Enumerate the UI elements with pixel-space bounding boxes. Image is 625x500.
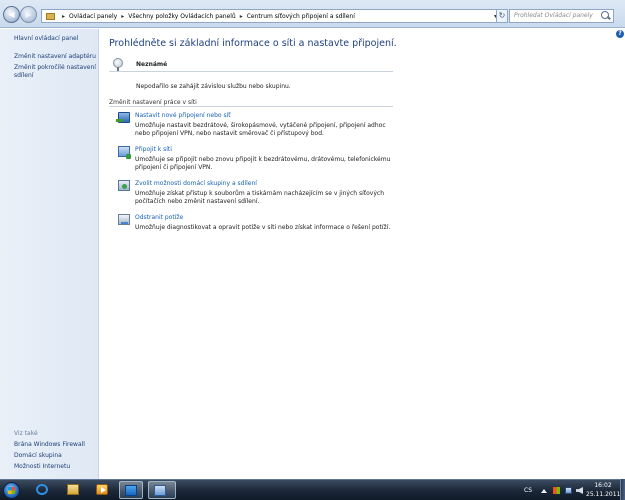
show-hidden-icons-icon[interactable] bbox=[541, 489, 547, 493]
breadcrumb-item-network-center[interactable]: Centrum síťových připojení a sdílení bbox=[247, 13, 355, 20]
breadcrumb-item-all-items[interactable]: Všechny položky Ovládacích panelů bbox=[128, 13, 236, 20]
clock-date[interactable]: 25.11.2011 bbox=[586, 491, 620, 498]
media-player-icon bbox=[96, 484, 108, 495]
task-link-troubleshoot[interactable]: Odstranit potíže bbox=[135, 214, 183, 221]
chevron-right-icon: ▸ bbox=[62, 12, 66, 20]
page-title: Prohlédněte si základní informace o síti… bbox=[109, 38, 397, 49]
back-button[interactable]: ◀ bbox=[3, 6, 20, 23]
refresh-button[interactable]: ↻ bbox=[496, 9, 508, 23]
see-also-heading: Viz také bbox=[14, 430, 38, 437]
connect-network-icon bbox=[118, 146, 131, 159]
sidebar-link-control-panel-home[interactable]: Hlavní ovládací panel bbox=[14, 35, 96, 43]
address-bar: ◀ ▶ ▸ Ovládací panely ▸ Všechny položky … bbox=[0, 0, 625, 28]
service-error-text: Nepodařilo se zahájit závislou službu ne… bbox=[136, 83, 291, 90]
task-desc-homegroup: Umožňuje získat přístup k souborům a tis… bbox=[135, 190, 385, 205]
tray-network-icon[interactable] bbox=[565, 487, 572, 494]
forward-button[interactable]: ▶ bbox=[20, 6, 37, 23]
breadcrumb-item-control-panel[interactable]: Ovládací panely bbox=[69, 13, 117, 20]
sidebar-link-adapter-settings[interactable]: Změnit nastavení adaptéru bbox=[14, 53, 96, 61]
folder-icon bbox=[67, 484, 79, 495]
network-icon bbox=[154, 485, 166, 496]
task-homegroup: Zvolit možnosti domácí skupiny a sdílení… bbox=[118, 180, 398, 206]
chevron-right-icon: ▸ bbox=[239, 12, 243, 20]
language-indicator[interactable]: CS bbox=[524, 487, 532, 494]
task-new-connection: Nastavit nové připojení nebo síť Umožňuj… bbox=[116, 112, 398, 138]
task-connect: Připojit k síti Umožňuje se připojit neb… bbox=[118, 146, 398, 172]
task-desc-new-connection: Umožňuje nastavit bezdrátové, širokopásm… bbox=[135, 122, 386, 137]
taskbar-ie-button[interactable] bbox=[31, 481, 55, 499]
network-globe-icon bbox=[113, 58, 123, 71]
task-link-connect[interactable]: Připojit k síti bbox=[135, 146, 172, 153]
main-content bbox=[100, 29, 625, 479]
homegroup-icon bbox=[118, 180, 130, 191]
help-icon[interactable]: ? bbox=[616, 30, 624, 38]
task-link-homegroup[interactable]: Zvolit možnosti domácí skupiny a sdílení bbox=[135, 180, 257, 187]
sidebar-link-firewall[interactable]: Brána Windows Firewall bbox=[14, 441, 96, 449]
taskbar-network-center-button[interactable] bbox=[148, 481, 176, 499]
network-name: Neznámé bbox=[136, 61, 168, 68]
sidebar bbox=[0, 29, 99, 479]
search-icon[interactable] bbox=[601, 11, 609, 19]
taskbar-explorer-button[interactable] bbox=[62, 481, 86, 499]
section-heading: Změnit nastavení práce v síti bbox=[109, 99, 197, 106]
search-input[interactable]: Prohledat Ovládací panely bbox=[509, 9, 614, 23]
task-desc-connect: Umožňuje se připojit nebo znovu připojit… bbox=[135, 156, 391, 171]
new-connection-icon bbox=[116, 112, 130, 123]
show-desktop-button[interactable] bbox=[620, 479, 625, 500]
divider bbox=[109, 106, 393, 107]
control-panel-icon bbox=[46, 12, 55, 20]
start-button[interactable] bbox=[3, 482, 20, 499]
chevron-right-icon: ▸ bbox=[121, 12, 125, 20]
sidebar-link-internet-options[interactable]: Možnosti Internetu bbox=[14, 463, 96, 471]
divider bbox=[109, 71, 393, 72]
internet-explorer-icon bbox=[36, 484, 48, 495]
sidebar-link-advanced-sharing[interactable]: Změnit pokročilé nastavení sdílení bbox=[14, 64, 96, 80]
sidebar-link-homegroup[interactable]: Domácí skupina bbox=[14, 452, 96, 460]
task-troubleshoot: Odstranit potíže Umožňuje diagnostikovat… bbox=[118, 214, 398, 234]
action-center-flag-icon[interactable] bbox=[553, 487, 560, 494]
clock-time[interactable]: 16:02 bbox=[588, 482, 618, 489]
troubleshoot-icon bbox=[118, 214, 130, 225]
breadcrumb[interactable]: ▸ Ovládací panely ▸ Všechny položky Ovlá… bbox=[41, 9, 501, 23]
taskbar-media-button[interactable] bbox=[91, 481, 115, 499]
app-icon bbox=[125, 485, 137, 496]
task-desc-troubleshoot: Umožňuje diagnostikovat a opravit potíže… bbox=[135, 224, 391, 231]
taskbar-app-button[interactable] bbox=[119, 481, 143, 499]
task-link-new-connection[interactable]: Nastavit nové připojení nebo síť bbox=[135, 112, 231, 119]
